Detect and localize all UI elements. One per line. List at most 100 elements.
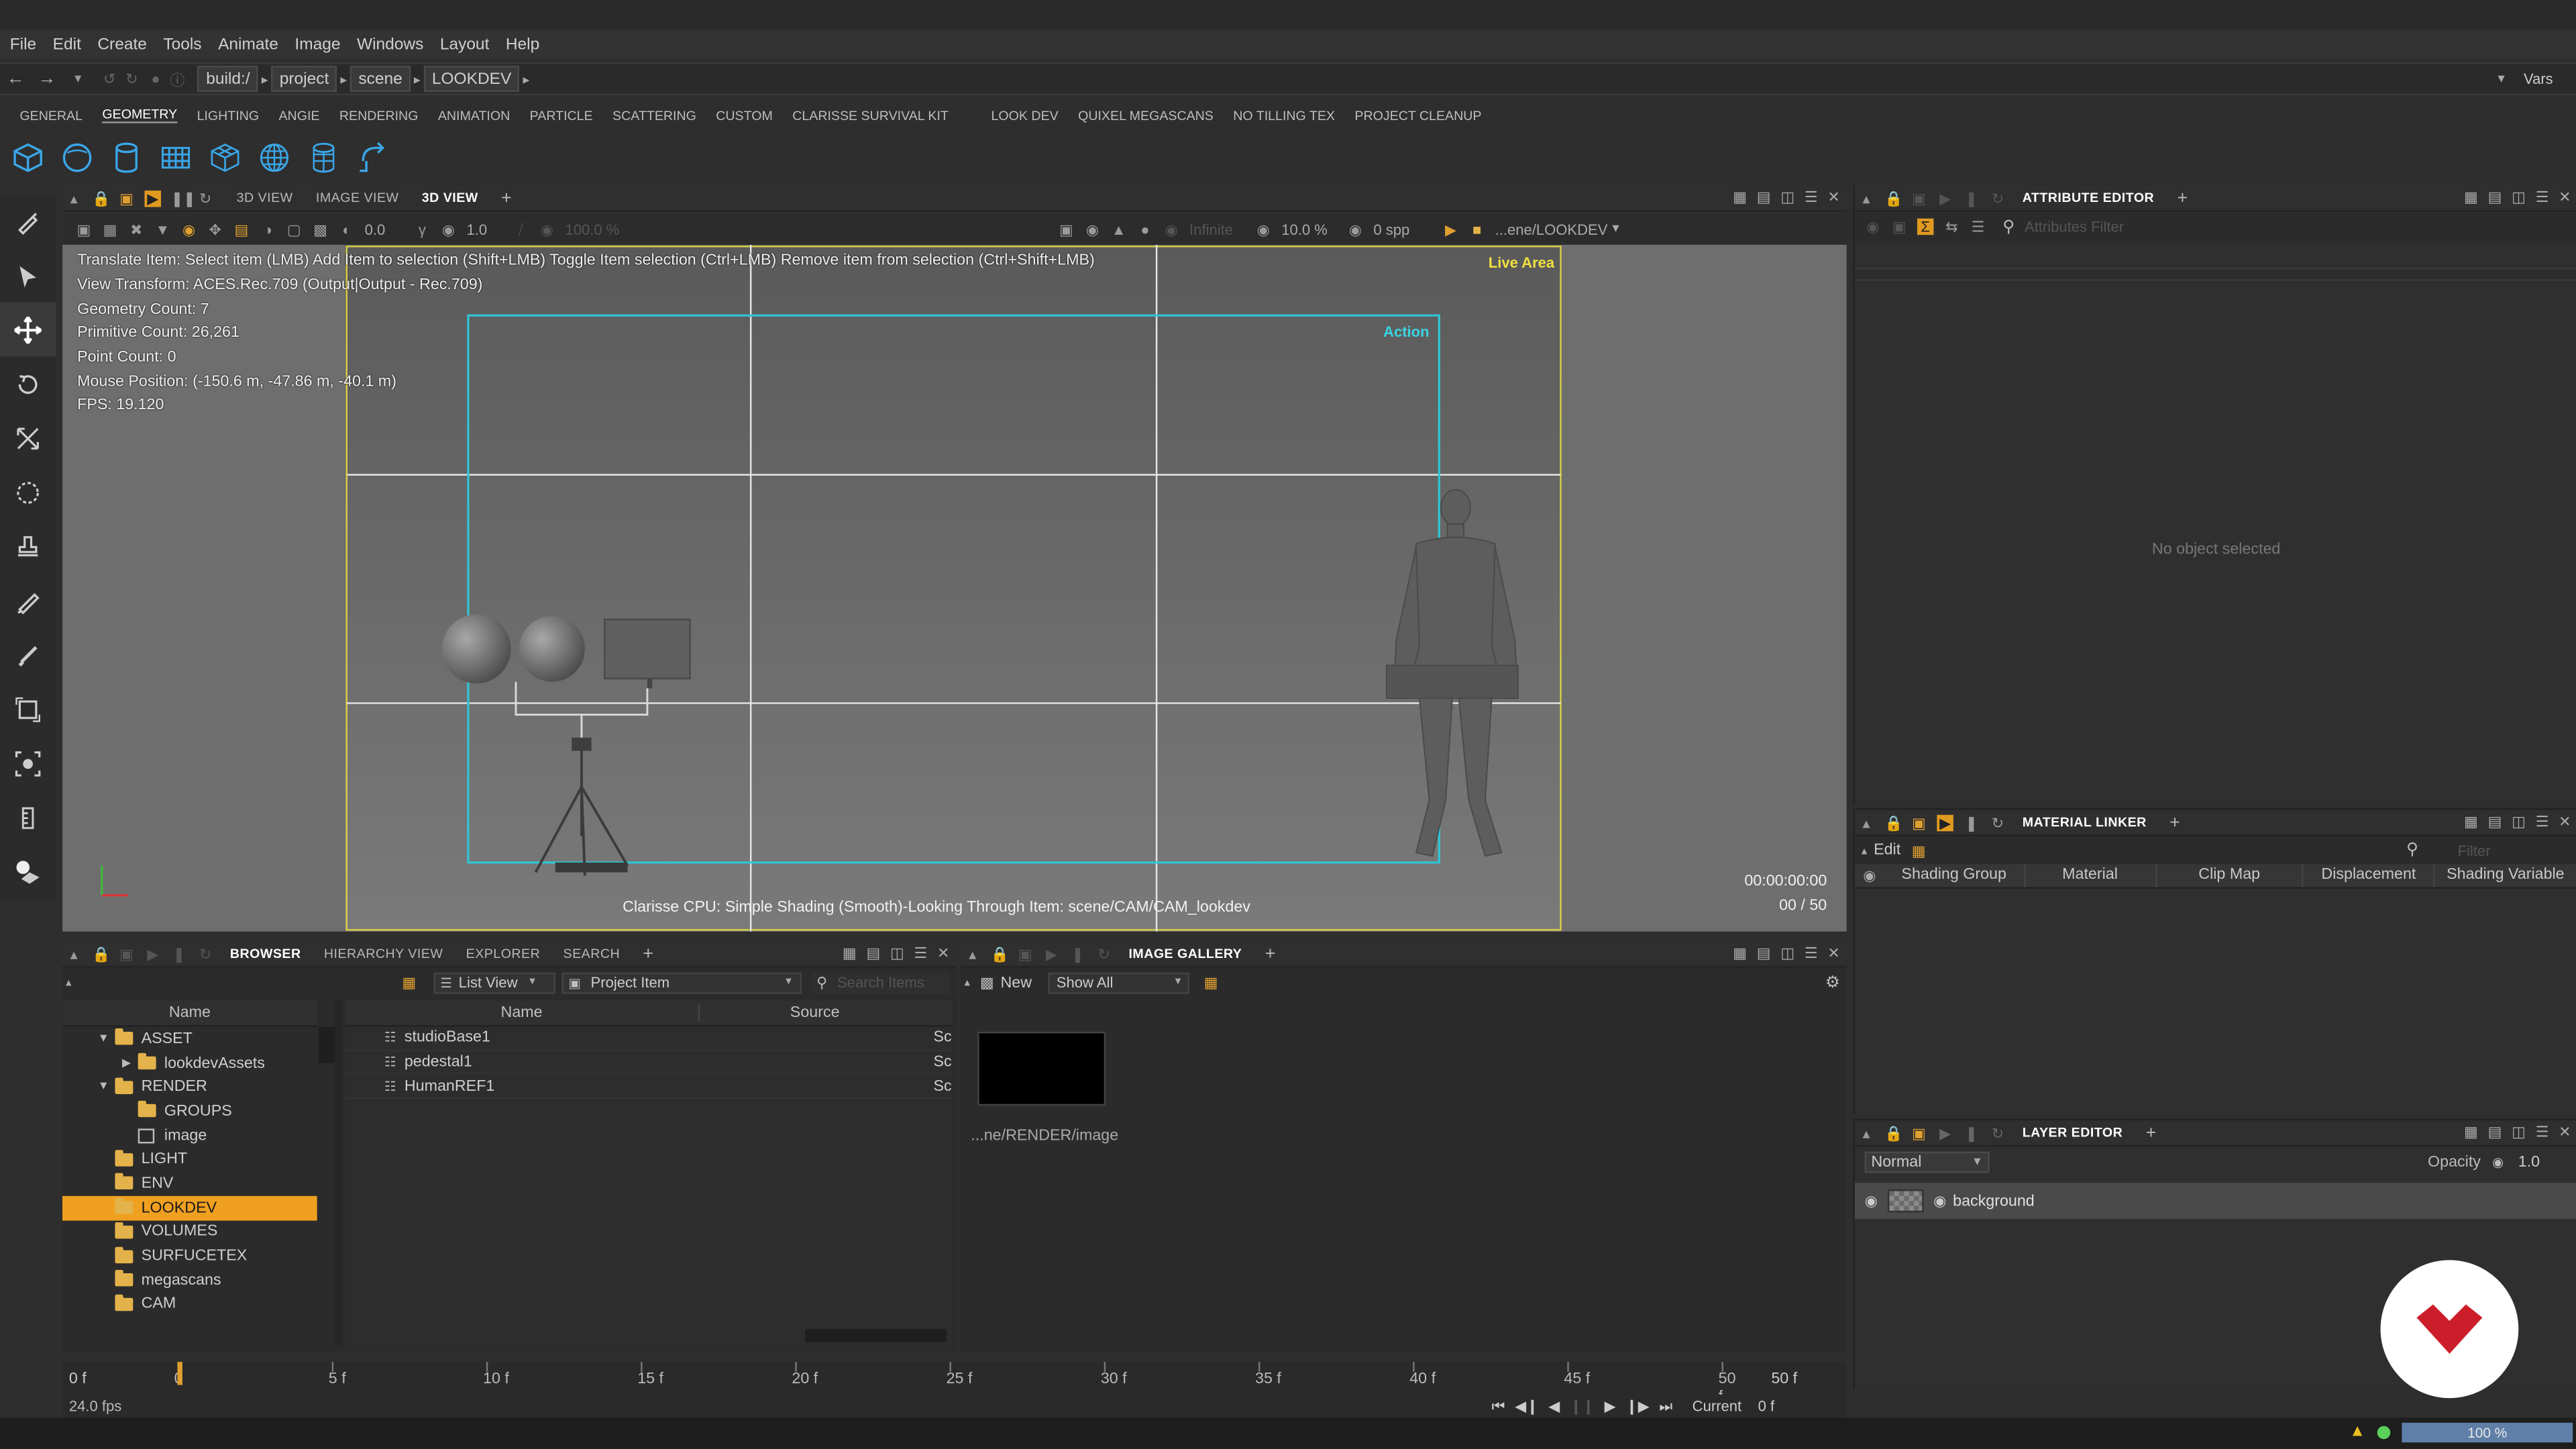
expand-arrow-icon[interactable]: ▼ (95, 1033, 111, 1044)
infinite-value[interactable]: Infinite (1189, 221, 1255, 237)
table-row[interactable]: ☷ studioBase1 Sc (345, 1027, 953, 1051)
camera-select-icon[interactable]: ▶ (1442, 221, 1458, 237)
rotate-tool-icon[interactable] (0, 356, 56, 411)
menu-layout[interactable]: Layout (440, 36, 490, 54)
zoom-value[interactable]: 10.0 % (1281, 221, 1347, 237)
shelf-tab-project-cleanup[interactable]: PROJECT CLEANUP (1354, 107, 1481, 122)
measure-tool-icon[interactable] (0, 790, 56, 845)
tab-image-view[interactable]: IMAGE VIEW (316, 191, 399, 205)
menu-windows[interactable]: Windows (357, 36, 423, 54)
refresh-icon[interactable]: ↻ (197, 945, 213, 961)
lock-icon[interactable]: 🔒 (92, 945, 110, 961)
split-horizontal-icon[interactable]: ▤ (2488, 189, 2502, 207)
display-icon[interactable]: ▢ (286, 221, 302, 237)
edit-menu[interactable]: Edit (1874, 841, 1900, 859)
table-row[interactable]: ☷ pedestal1 Sc (345, 1051, 953, 1075)
viewport-3d[interactable]: Translate Item: Select item (LMB) Add It… (62, 244, 1847, 932)
close-icon[interactable]: ✕ (1827, 945, 1839, 963)
color-icon[interactable]: ◉ (1084, 221, 1100, 237)
column-shading-variable[interactable]: Shading Variable (2435, 864, 2576, 887)
splitter-handle[interactable] (1854, 268, 2576, 281)
forward-icon[interactable]: → (38, 69, 56, 89)
shelf-tab-scattering[interactable]: SCATTERING (612, 107, 696, 122)
view-mode-select[interactable]: ☰ List View ▼ (433, 971, 555, 994)
expand-arrow-icon[interactable]: ▼ (95, 1081, 111, 1093)
split-horizontal-icon[interactable]: ▤ (2488, 1124, 2502, 1142)
split-horizontal-icon[interactable]: ▤ (1757, 945, 1771, 963)
play-icon[interactable]: ▶ (145, 945, 161, 961)
add-tab-icon[interactable]: + (2146, 1123, 2157, 1142)
collapse-icon[interactable]: ▴ (66, 945, 82, 961)
add-tab-icon[interactable]: + (643, 944, 653, 963)
tree-name-header[interactable]: Name (62, 1000, 317, 1027)
close-icon[interactable]: ✕ (2559, 1124, 2571, 1142)
refresh-icon[interactable]: ↻ (1095, 945, 1112, 961)
maximize-icon[interactable]: ▦ (843, 945, 857, 963)
lock-icon[interactable]: 🔒 (1884, 814, 1902, 830)
play-icon[interactable]: ▶ (1937, 190, 1953, 206)
column-shading-group[interactable]: Shading Group (1884, 864, 2026, 888)
play-icon[interactable]: ▶ (1937, 1124, 1953, 1140)
playhead[interactable] (177, 1362, 182, 1385)
gamma-eye-icon[interactable]: ◉ (440, 221, 456, 237)
refresh-icon[interactable]: ↻ (1990, 1124, 2006, 1140)
shelf-tab-geometry[interactable]: GEOMETRY (102, 107, 178, 123)
tree-item[interactable]: ▼ RENDER (62, 1075, 317, 1099)
column-name[interactable]: Name (345, 1004, 700, 1022)
split-vertical-icon[interactable]: ◫ (1780, 945, 1794, 963)
shelf-tab-look-dev[interactable]: LOOK DEV (991, 107, 1059, 122)
cylinder-grid-icon[interactable] (306, 140, 342, 176)
current-frame[interactable]: 0 f (1758, 1398, 1775, 1414)
eye-icon[interactable]: ◉ (180, 221, 197, 237)
camera-icon[interactable]: ▣ (1911, 814, 1927, 830)
warning-icon[interactable]: ▲ (2349, 1423, 2365, 1441)
item-filter-select[interactable]: ▣ Project Item ▼ (561, 971, 802, 994)
play-icon[interactable]: ▶ (1043, 945, 1059, 961)
breadcrumb-scene[interactable]: scene (350, 65, 411, 93)
opacity-eye-icon[interactable]: ◉ (2492, 1154, 2504, 1169)
tree-item[interactable]: CAM (62, 1292, 317, 1316)
add-tab-icon[interactable]: + (2178, 188, 2188, 207)
breadcrumb-build[interactable]: build:/ (198, 65, 258, 93)
maximize-icon[interactable]: ▦ (2464, 1124, 2478, 1142)
timeline-ruler[interactable]: 05 f10 f15 f20 f25 f30 f35 f40 f45 f50 f (174, 1362, 1738, 1406)
pause-icon[interactable]: ❚❚ (171, 190, 196, 206)
lock-icon[interactable]: 🔒 (92, 190, 110, 206)
tree-item[interactable]: LIGHT (62, 1147, 317, 1171)
gamma-value[interactable]: 1.0 (467, 221, 513, 237)
frame-tool-icon[interactable] (0, 682, 56, 736)
snapshot-icon[interactable]: ▣ (76, 221, 92, 237)
brush-tool-icon[interactable] (0, 628, 56, 682)
split-vertical-icon[interactable]: ◫ (1780, 189, 1794, 207)
collapse-icon[interactable]: ▴ (1862, 844, 1868, 857)
close-icon[interactable]: ✕ (937, 945, 949, 963)
close-icon[interactable]: ✕ (2559, 189, 2571, 207)
add-tab-icon[interactable]: + (1265, 944, 1276, 963)
split-horizontal-icon[interactable]: ▤ (866, 945, 880, 963)
tree-item[interactable]: image (62, 1123, 317, 1147)
maximize-icon[interactable]: ▦ (1733, 189, 1747, 207)
filter-icon[interactable]: ▼ (154, 221, 170, 237)
menu-help[interactable]: Help (506, 36, 539, 54)
blend-mode-select[interactable]: Normal ▼ (1864, 1150, 1990, 1173)
shelf-tab-quixel-megascans[interactable]: QUIXEL MEGASCANS (1078, 107, 1214, 122)
tab-image-gallery[interactable]: IMAGE GALLERY (1128, 947, 1242, 961)
pause-icon[interactable]: ❚ (1069, 945, 1085, 961)
stamp-tool-icon[interactable] (0, 519, 56, 574)
last-frame-icon[interactable]: ⏭ (1659, 1397, 1672, 1415)
play-icon[interactable]: ▶ (1937, 814, 1953, 830)
settings-gear-icon[interactable]: ⚙ (1825, 973, 1840, 991)
menu-icon[interactable]: ☰ (1805, 945, 1818, 963)
menu-icon[interactable]: ☰ (1805, 189, 1818, 207)
fps-value[interactable]: 24.0 fps (69, 1398, 121, 1414)
tools-icon[interactable]: ✖ (128, 221, 144, 237)
zoom-eye-icon[interactable]: ◉ (1255, 221, 1271, 237)
tree-item[interactable]: ▼ ASSET (62, 1027, 317, 1051)
link-icon[interactable]: ▦ (1911, 842, 1927, 858)
item-search-input[interactable]: Search Items (837, 974, 924, 990)
refresh-icon[interactable]: ↻ (1990, 814, 2006, 830)
translate-tool-icon[interactable] (0, 302, 56, 357)
pin-icon[interactable]: ▣ (1891, 219, 1907, 235)
cube-icon[interactable] (10, 140, 46, 176)
lock-icon[interactable]: 🔒 (991, 945, 1009, 961)
